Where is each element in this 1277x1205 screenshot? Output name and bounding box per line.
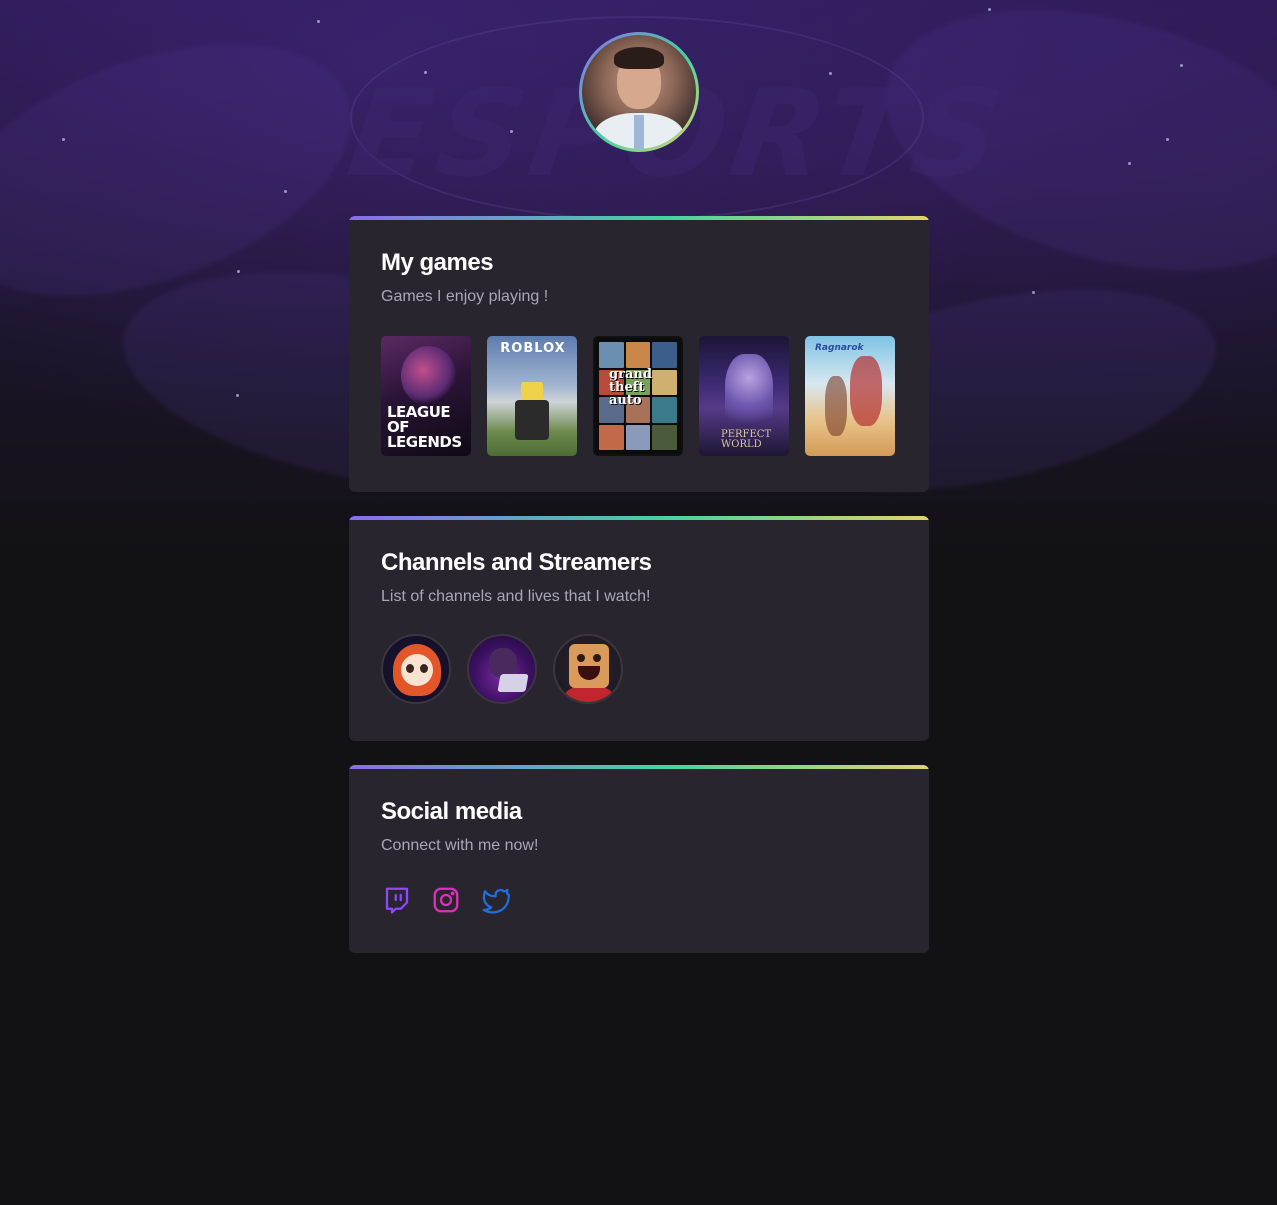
channel-avatar-box-character[interactable] [553, 634, 623, 704]
games-list: LEAGUE OF LEGENDS ROBLOX grand theft aut… [381, 336, 897, 456]
star [317, 20, 320, 23]
instagram-link[interactable] [430, 884, 462, 916]
game-roblox[interactable]: ROBLOX [487, 336, 577, 456]
star [988, 8, 991, 11]
game-league-of-legends[interactable]: LEAGUE OF LEGENDS [381, 336, 471, 456]
instagram-icon [433, 887, 459, 913]
avatar-hair [614, 47, 664, 69]
channel-avatar-laptop-streamer[interactable] [467, 634, 537, 704]
games-subtitle: Games I enjoy playing ! [381, 288, 549, 305]
star [62, 138, 65, 141]
star [1166, 138, 1169, 141]
game-cover-text: ROBLOX [500, 341, 566, 356]
laptop-icon [497, 674, 529, 692]
game-cover-art [825, 376, 847, 436]
star [1128, 162, 1131, 165]
twitter-icon [482, 888, 510, 914]
game-cover-art [850, 356, 882, 426]
avatar-eye [420, 664, 428, 673]
channel-avatar-redhead-streamer[interactable] [381, 634, 451, 704]
game-cover-art [515, 400, 549, 440]
star [510, 130, 513, 133]
twitter-link[interactable] [479, 884, 511, 916]
game-cover-art [521, 382, 543, 402]
avatar-tie [634, 115, 644, 149]
star [237, 270, 240, 273]
star [424, 71, 427, 74]
avatar-eye [577, 654, 585, 662]
social-card: Social media Connect with me now! [349, 765, 929, 953]
channels-card: Channels and Streamers List of channels … [349, 516, 929, 741]
game-cover-text: PERFECT WORLD [721, 429, 772, 450]
avatar [582, 35, 696, 149]
avatar-eye [593, 654, 601, 662]
star [1032, 291, 1035, 294]
game-gta-v[interactable]: grand theft auto [593, 336, 683, 456]
channels-title: Channels and Streamers [381, 549, 652, 576]
games-card: My games Games I enjoy playing ! LEAGUE … [349, 216, 929, 492]
game-cover-text: grand theft auto [609, 367, 652, 408]
star [1180, 64, 1183, 67]
twitch-link[interactable] [381, 884, 413, 916]
social-title: Social media [381, 798, 522, 825]
star [284, 190, 287, 193]
game-perfect-world[interactable]: PERFECT WORLD [699, 336, 789, 456]
game-cover-art [401, 346, 456, 406]
game-cover-text: Ragnarok [815, 343, 864, 353]
twitch-icon [385, 887, 409, 914]
game-ragnarok[interactable]: Ragnarok [805, 336, 895, 456]
social-subtitle: Connect with me now! [381, 837, 539, 854]
avatar-body [565, 686, 613, 702]
star [829, 72, 832, 75]
game-cover-art [725, 354, 773, 434]
avatar-eye [406, 664, 414, 673]
social-links [381, 884, 897, 916]
channels-list [381, 634, 897, 704]
star [236, 394, 239, 397]
profile-avatar[interactable] [579, 32, 699, 152]
game-cover-text: LEAGUE OF LEGENDS [387, 403, 462, 451]
channels-subtitle: List of channels and lives that I watch! [381, 588, 651, 605]
games-title: My games [381, 249, 494, 276]
